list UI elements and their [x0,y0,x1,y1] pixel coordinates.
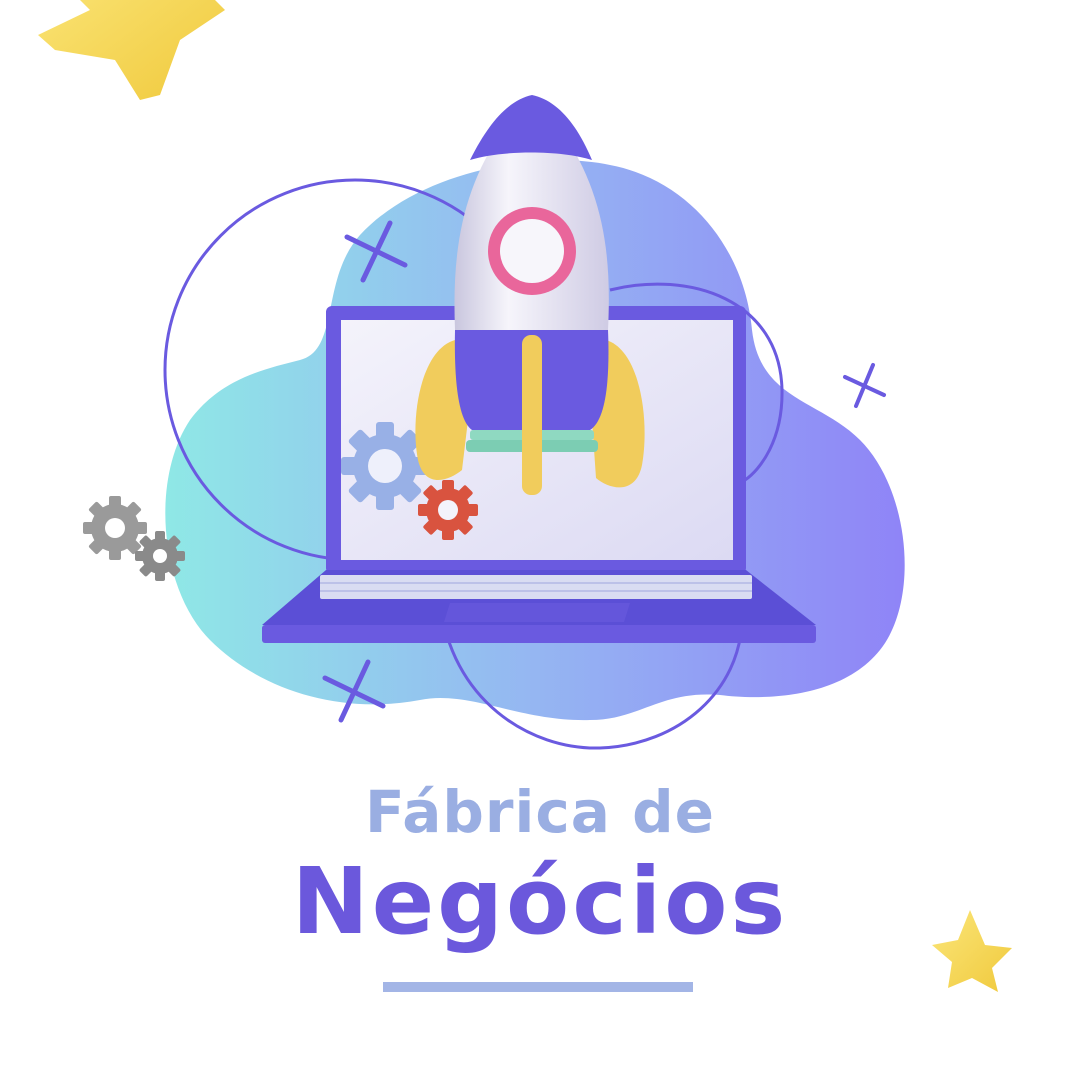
star-icon [38,0,225,100]
gear-icon [83,496,147,560]
title-line-2: Negócios [291,848,789,955]
cross-icon [843,363,886,408]
title-line-1: Fábrica de [365,778,715,846]
gear-icon [135,531,185,581]
gear-icon [418,480,478,540]
title-underline [383,982,693,992]
poster: Fábrica de Negócios [0,0,1080,1080]
